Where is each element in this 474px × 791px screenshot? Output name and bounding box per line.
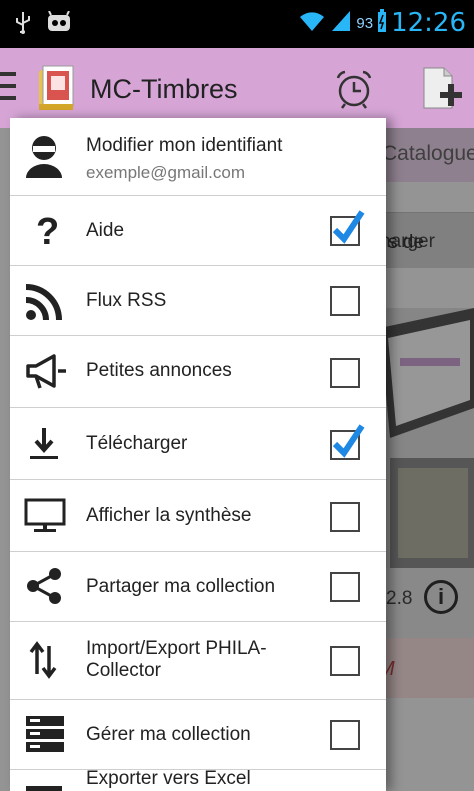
wifi-icon <box>298 9 326 38</box>
server-icon <box>24 714 64 754</box>
checkbox[interactable] <box>330 720 360 750</box>
menu-item-petites-annonces[interactable]: Petites annonces <box>10 336 386 408</box>
monitor-icon <box>24 496 66 536</box>
app-title: MC-Timbres <box>90 74 238 104</box>
menu-item-label: Import/Export PHILA-Collector <box>86 638 267 681</box>
menu-item-aide[interactable]: ? Aide <box>10 196 386 266</box>
menu-item-afficher-synthese[interactable]: Afficher la synthèse <box>10 480 386 552</box>
android-debug-icon <box>46 10 72 38</box>
account-row[interactable]: Modifier mon identifiant exemple@gmail.c… <box>10 118 386 196</box>
checkbox[interactable] <box>330 286 360 316</box>
menu-item-exporter-excel[interactable]: Exporter vers Excel <box>10 768 386 791</box>
menu-item-label: Afficher la synthèse <box>86 505 252 526</box>
new-document-icon[interactable] <box>418 66 462 112</box>
download-icon <box>24 424 64 464</box>
menu-item-label: Aide <box>86 220 125 241</box>
rss-icon <box>24 282 64 322</box>
checkbox[interactable] <box>330 210 365 246</box>
checkbox[interactable] <box>330 502 360 532</box>
action-bar: MC-Timbres <box>0 48 474 128</box>
menu-item-import-export[interactable]: Import/Export PHILA-Collector <box>10 622 386 700</box>
navigation-drawer: Modifier mon identifiant exemple@gmail.c… <box>10 118 386 791</box>
clock: 12:26 <box>391 8 466 38</box>
menu-item-partager[interactable]: Partager ma collection <box>10 552 386 622</box>
signal-icon <box>330 9 352 38</box>
account-email: exemple@gmail.com <box>86 163 245 182</box>
excel-icon <box>24 782 64 791</box>
menu-item-label: Télécharger <box>86 433 188 454</box>
megaphone-icon <box>24 352 66 392</box>
checkbox[interactable] <box>330 358 360 388</box>
menu-item-label: Flux RSS <box>86 290 167 311</box>
status-bar: 93 12:26 <box>0 0 474 48</box>
battery-percent: 93 <box>356 14 374 32</box>
checkbox[interactable] <box>330 646 360 676</box>
usb-icon <box>14 10 32 39</box>
battery-icon <box>377 8 387 38</box>
menu-item-label: Exporter vers Excel <box>86 768 251 789</box>
checkbox[interactable] <box>330 424 365 460</box>
share-icon <box>24 566 64 606</box>
import-export-icon <box>24 640 64 680</box>
menu-item-label: Petites annonces <box>86 360 232 381</box>
account-title: Modifier mon identifiant <box>86 135 283 156</box>
user-icon <box>24 134 64 178</box>
menu-item-telecharger[interactable]: Télécharger <box>10 408 386 480</box>
menu-item-label: Partager ma collection <box>86 576 276 597</box>
menu-item-label: Gérer ma collection <box>86 724 251 745</box>
question-icon: ? <box>24 210 64 253</box>
checkbox[interactable] <box>330 572 360 602</box>
app-logo[interactable] <box>36 64 78 112</box>
alarm-clock-icon[interactable] <box>333 68 375 110</box>
svg-text:?: ? <box>36 211 59 250</box>
drawer-toggle-icon[interactable] <box>0 72 16 102</box>
menu-item-gerer[interactable]: Gérer ma collection <box>10 700 386 770</box>
menu-item-flux-rss[interactable]: Flux RSS <box>10 266 386 336</box>
